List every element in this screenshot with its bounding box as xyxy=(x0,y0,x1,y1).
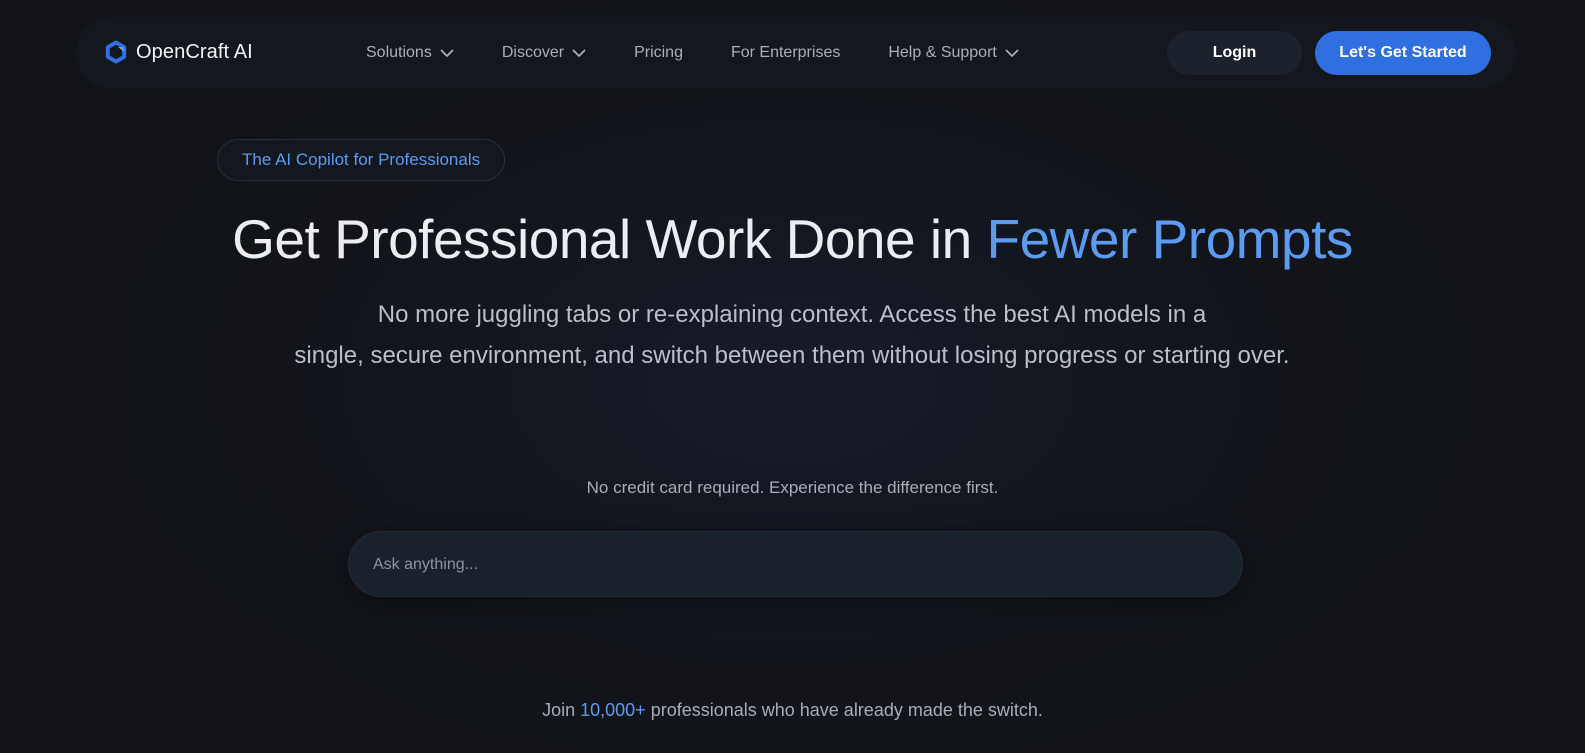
join-count: 10,000+ xyxy=(580,700,646,720)
nav-item-label: Discover xyxy=(501,44,565,61)
chevron-down-icon xyxy=(1005,49,1019,57)
ask-box xyxy=(348,531,1243,598)
headline-main: Get Professional Work Done in xyxy=(232,208,987,270)
ask-input[interactable] xyxy=(371,532,1215,598)
nav-item-for-enterprises[interactable]: For Enterprises xyxy=(731,44,840,62)
subtext-line-2: single, secure environment, and switch b… xyxy=(294,342,1290,369)
headline-accent: Fewer Prompts xyxy=(986,208,1353,270)
landing-page: OpenCraft AI Solutions Discover Pricing … xyxy=(0,0,1585,753)
nav-item-label: For Enterprises xyxy=(730,44,841,61)
subtext-line-1: No more juggling tabs or re-explaining c… xyxy=(377,301,1207,328)
tagline-badge: The AI Copilot for Professionals xyxy=(217,139,506,181)
nav-item-discover[interactable]: Discover xyxy=(502,44,586,62)
get-started-button[interactable]: Let's Get Started xyxy=(1315,31,1491,75)
nav-item-help-support[interactable]: Help & Support xyxy=(888,44,1019,62)
join-prefix: Join xyxy=(542,700,581,720)
join-suffix: professionals who have already made the … xyxy=(645,700,1043,720)
brand-logo[interactable]: OpenCraft AI xyxy=(104,40,253,64)
nav-item-label: Pricing xyxy=(634,44,683,61)
no-credit-card-note: No credit card required. Experience the … xyxy=(586,478,999,497)
hero-subtext: No more juggling tabs or re-explaining c… xyxy=(192,294,1392,376)
social-proof-text: Join 10,000+ professionals who have alre… xyxy=(0,700,1585,721)
top-navbar: OpenCraft AI Solutions Discover Pricing … xyxy=(76,17,1516,89)
nav-item-pricing[interactable]: Pricing xyxy=(634,44,683,62)
nav-item-solutions[interactable]: Solutions xyxy=(366,44,454,62)
page-title: Get Professional Work Done in Fewer Prom… xyxy=(0,203,1585,275)
opencraft-logo-icon xyxy=(105,40,127,64)
nav-links: Solutions Discover Pricing For Enterpris… xyxy=(366,17,1067,89)
nav-item-label: Solutions xyxy=(366,44,432,61)
brand-name: OpenCraft AI xyxy=(136,40,253,63)
login-button[interactable]: Login xyxy=(1167,31,1302,75)
chevron-down-icon xyxy=(572,49,586,57)
chevron-down-icon xyxy=(440,49,454,57)
nav-item-label: Help & Support xyxy=(888,44,997,61)
